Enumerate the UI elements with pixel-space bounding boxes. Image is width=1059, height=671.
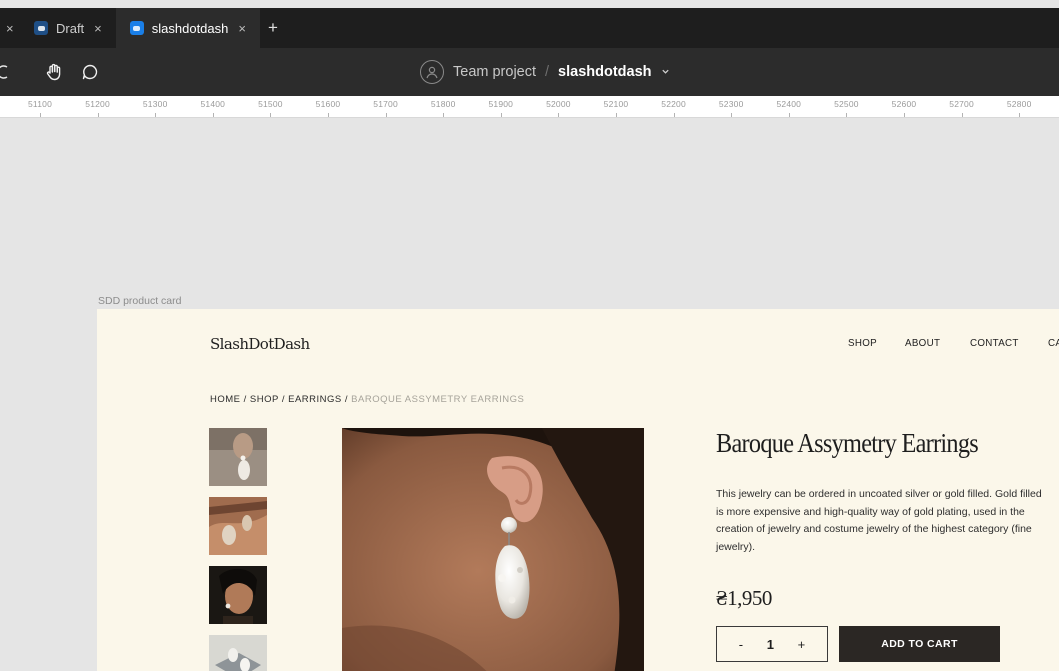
close-icon[interactable]: × xyxy=(94,21,102,36)
nav-shop[interactable]: SHOP xyxy=(848,338,877,349)
comment-tool-icon[interactable] xyxy=(79,61,101,83)
ruler-tick-label: 52200 xyxy=(661,99,686,109)
ruler-tick xyxy=(270,113,272,117)
thumbnail-1[interactable] xyxy=(209,428,267,486)
close-icon[interactable]: × xyxy=(238,21,246,36)
ruler-tick xyxy=(616,113,617,117)
ruler-tick xyxy=(731,113,733,117)
ruler-tick-label: 52600 xyxy=(891,99,917,109)
product-card-frame[interactable]: SlashDotDash SHOP ABOUT CONTACT CA HOME … xyxy=(97,309,1059,671)
canvas[interactable]: SDD product card SlashDotDash SHOP ABOUT… xyxy=(0,118,1059,671)
breadcrumb-separator: / xyxy=(243,394,247,405)
ruler-tick xyxy=(500,113,502,117)
ruler-tick-label: 51200 xyxy=(85,99,110,109)
product-price: ₴1,950 xyxy=(716,586,772,610)
ruler-tick-label: 52100 xyxy=(603,99,629,109)
ruler-tick-label: 52700 xyxy=(949,99,974,109)
ruler-tick xyxy=(1019,113,1021,117)
ruler-tick-label: 51900 xyxy=(488,99,514,109)
ruler-tick-label: 51400 xyxy=(200,99,226,109)
ruler-tick-label: 51600 xyxy=(315,99,341,109)
breadcrumb-earrings[interactable]: EARRINGS xyxy=(288,394,342,405)
ruler-tick xyxy=(788,113,790,117)
ruler-tick xyxy=(443,113,445,117)
add-to-cart-button[interactable]: ADD TO CART xyxy=(839,626,1000,662)
breadcrumb-home[interactable]: HOME xyxy=(210,394,241,405)
ruler-tick xyxy=(558,113,560,117)
figma-file-icon xyxy=(34,21,48,35)
tab-label: Draft xyxy=(56,20,85,36)
ruler-tick-label: 51800 xyxy=(430,99,456,109)
ruler-tick xyxy=(155,113,157,117)
ruler-tick-label: 52800 xyxy=(1006,99,1032,109)
project-breadcrumb: Team project / slashdotdash xyxy=(420,59,670,85)
ruler-tick-label: 52300 xyxy=(718,99,744,109)
breadcrumb-shop[interactable]: SHOP xyxy=(250,394,279,405)
quantity-decrease-button[interactable]: - xyxy=(739,637,743,652)
ruler-tick xyxy=(904,113,905,117)
nav-cart[interactable]: CA xyxy=(1048,338,1059,349)
nav-about[interactable]: ABOUT xyxy=(905,338,940,349)
thumbnail-4[interactable] xyxy=(209,635,267,671)
ruler-tick-label: 52500 xyxy=(834,99,859,109)
ruler-tick xyxy=(97,113,99,117)
ruler-tick xyxy=(40,113,41,117)
ruler-tick-label: 51300 xyxy=(142,99,168,109)
breadcrumb-separator: / xyxy=(545,64,550,80)
tab-label: slashdotdash xyxy=(151,20,229,36)
chevron-down-icon[interactable] xyxy=(661,64,670,80)
product-title: Baroque Assymetry Earrings xyxy=(716,428,979,458)
new-tab-button[interactable]: + xyxy=(260,18,286,38)
ruler-tick xyxy=(846,113,848,117)
breadcrumb-separator: / xyxy=(281,394,285,405)
thumbnail-2[interactable] xyxy=(209,497,267,555)
thumbnail-3[interactable] xyxy=(209,566,267,624)
ruler-tick-label: 51100 xyxy=(27,99,53,109)
ruler-tick-label: 51700 xyxy=(373,99,398,109)
frame-label[interactable]: SDD product card xyxy=(98,295,181,307)
horizontal-ruler[interactable]: 51100 51200 51300 51400 51500 51600 51700 51800… xyxy=(0,96,1059,118)
site-logo: SlashDotDash xyxy=(210,335,310,353)
quantity-increase-button[interactable]: + xyxy=(798,637,806,652)
breadcrumb-separator: / xyxy=(344,394,349,405)
breadcrumb-current: BAROQUE ASSYMETRY EARRINGS xyxy=(351,394,525,405)
product-description: This jewelry can be ordered in uncoated … xyxy=(716,488,1042,553)
previous-tab-close-icon[interactable]: × xyxy=(0,21,20,36)
ruler-tick-label: 51500 xyxy=(258,99,283,109)
file-name[interactable]: slashdotdash xyxy=(558,64,651,80)
tab-draft[interactable]: Draft × xyxy=(20,8,116,48)
nav-contact[interactable]: CONTACT xyxy=(970,338,1019,349)
team-avatar-icon xyxy=(420,60,444,84)
ruler-tick xyxy=(673,113,675,117)
ruler-tick xyxy=(385,113,387,117)
text-tool-icon[interactable] xyxy=(0,61,14,83)
ruler-tick xyxy=(212,113,214,117)
team-name[interactable]: Team project xyxy=(453,64,536,80)
ruler-tick-label: 52000 xyxy=(546,99,571,109)
tab-slashdotdash[interactable]: slashdotdash × xyxy=(115,8,260,48)
toolbar: Team project / slashdotdash xyxy=(0,48,1059,96)
hand-tool-icon[interactable] xyxy=(43,61,65,83)
quantity-value[interactable]: 1 xyxy=(767,637,774,652)
ruler-tick xyxy=(328,113,329,117)
figma-file-icon xyxy=(129,21,144,35)
ruler-tick xyxy=(961,113,963,117)
quantity-stepper: - 1 + xyxy=(716,626,828,662)
tab-bar: × Draft × slashdotdash × + xyxy=(0,8,1059,48)
ruler-tick-label: 52400 xyxy=(776,99,802,109)
product-main-image[interactable] xyxy=(342,428,644,671)
breadcrumb: HOME / SHOP / EARRINGS / BAROQUE ASSYMET… xyxy=(210,394,524,405)
